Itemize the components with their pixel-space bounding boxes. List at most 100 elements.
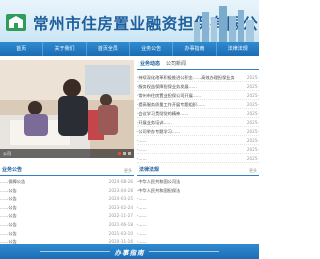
news-title[interactable]: ·提高服务质量工作开展专题组织……: [137, 100, 205, 108]
news-list: ·持续深化改革积极推进公积金……高效办理担保业务 2025- ·服务权益保障担保业…: [137, 70, 259, 163]
nav-law[interactable]: 法律法规: [217, 42, 259, 56]
city-skyline-image: [194, 6, 254, 42]
notice-item[interactable]: ……公告 2023-02-24: [0, 204, 134, 213]
law-list: ·中华人民共和国公司法 ·中华人民共和国担保法 ·…… ·…… ·…… ·…… …: [137, 176, 259, 247]
news-date: 2025-: [246, 156, 259, 161]
notice-more-link[interactable]: 更多: [124, 166, 134, 175]
notice-item-title[interactable]: ……公告: [0, 221, 17, 230]
law-item-title[interactable]: ·……: [137, 221, 147, 230]
notice-item-title[interactable]: ……保障公告: [0, 178, 25, 187]
nav-notice[interactable]: 业务公告: [130, 42, 174, 56]
news-item[interactable]: ·…… 2025-: [137, 136, 259, 145]
news-item[interactable]: ·持续深化改革积极推进公积金……高效办理担保业务 2025-: [137, 73, 259, 82]
notice-title: 业务公告: [2, 167, 23, 173]
notice-item[interactable]: ……公告 2022-11-27: [0, 212, 134, 221]
news-item[interactable]: ·常州市住房置业担保公司开展…… 2025-: [137, 91, 259, 100]
notice-section: 业务公告 更多 ……保障公告 2024-08-26 ……公告 2023-04-28 …: [0, 166, 134, 244]
law-item-title[interactable]: ·……: [137, 212, 147, 221]
law-item[interactable]: ·……: [137, 221, 259, 230]
nav-guide[interactable]: 办事指南: [173, 42, 217, 56]
notice-item-title[interactable]: ……公告: [0, 195, 17, 204]
news-title[interactable]: ·会议学习贯彻党的精神……: [137, 109, 189, 117]
notice-item-date: 2024-03-25: [108, 196, 133, 202]
notice-item[interactable]: ……公告 2023-04-28: [0, 187, 134, 196]
notice-item-date: 2024-08-26: [108, 179, 133, 184]
news-panel: 业务动态 公司新闻 ·持续深化改革积极推进公积金……高效办理担保业务 2025- …: [137, 60, 259, 163]
company-logo-icon: [6, 14, 26, 31]
nav-staff[interactable]: 首页全员: [87, 42, 130, 56]
news-item[interactable]: ·服务权益保障担保业务发展…… 2025-: [137, 82, 259, 91]
news-item[interactable]: ·…… 2025-: [137, 154, 259, 163]
news-date: 2025-: [246, 93, 259, 98]
notice-item-title[interactable]: ……公告: [0, 204, 17, 213]
notice-item[interactable]: ……公告 2021-06-18: [0, 221, 134, 230]
notice-item-date: 2021-03-10: [108, 230, 133, 236]
nav-home[interactable]: 首页: [0, 42, 44, 56]
news-date: 2025-: [246, 111, 259, 116]
notice-item-title[interactable]: ……公告: [0, 187, 17, 196]
news-date: 2025-: [246, 84, 259, 89]
law-item[interactable]: ·中华人民共和国公司法: [137, 178, 259, 187]
news-title[interactable]: ·……: [137, 136, 147, 144]
law-item-title[interactable]: ·……: [137, 230, 147, 239]
notice-item[interactable]: ……公告 2021-03-10: [0, 230, 134, 239]
news-title[interactable]: ·……: [137, 145, 147, 153]
law-more-link[interactable]: 更多: [249, 166, 259, 175]
news-title[interactable]: ·服务权益保障担保业务发展……: [137, 82, 197, 90]
news-date: 2025-: [246, 147, 259, 152]
news-date: 2025-: [246, 120, 259, 125]
law-item[interactable]: ·中华人民共和国担保法: [137, 187, 259, 196]
notice-item[interactable]: ……保障公告 2024-08-26: [0, 178, 134, 187]
notice-item[interactable]: ……公告 2024-03-25: [0, 195, 134, 204]
news-title[interactable]: ·公司举办专题学习……: [137, 127, 180, 135]
law-section: 法律法规 更多 ·中华人民共和国公司法 ·中华人民共和国担保法 ·…… ·…… …: [137, 166, 259, 244]
law-item-title[interactable]: ·……: [137, 195, 147, 204]
notice-item-date: 2023-02-24: [108, 204, 133, 210]
law-item[interactable]: ·……: [137, 204, 259, 213]
law-item-title[interactable]: ·……: [137, 204, 147, 213]
news-date: 2025-: [246, 138, 259, 143]
notice-item-date: 2023-04-28: [108, 187, 133, 193]
guide-title[interactable]: 办事指南: [0, 247, 259, 257]
notice-item-title[interactable]: ……公告: [0, 230, 17, 239]
carousel-dot[interactable]: [123, 152, 126, 155]
photo-caption: 公司: [3, 151, 11, 156]
nav-about[interactable]: 关于我们: [43, 42, 87, 56]
news-photo-carousel[interactable]: 公司: [0, 60, 134, 158]
news-item[interactable]: ·提高服务质量工作开展专题组织…… 2025-: [137, 100, 259, 109]
carousel-dot[interactable]: [118, 152, 121, 155]
news-date: 2025-: [246, 75, 259, 80]
news-date: 2025-: [246, 129, 259, 134]
law-title: 法律法规: [139, 167, 160, 173]
carousel-dot[interactable]: [128, 152, 131, 155]
law-item[interactable]: ·……: [137, 195, 259, 204]
law-item[interactable]: ·……: [137, 212, 259, 221]
caption-bar: [0, 149, 134, 158]
carousel-dots: [118, 152, 131, 155]
news-title[interactable]: ·常州市住房置业担保公司开展……: [137, 91, 201, 99]
news-title[interactable]: ·……: [137, 154, 147, 162]
law-item-title[interactable]: ·中华人民共和国公司法: [137, 178, 180, 187]
guide-banner[interactable]: 办事指南: [0, 244, 259, 259]
main-nav: 首页 关于我们 首页全员 业务公告 办事指南 法律法规: [0, 42, 259, 56]
notice-item-date: 2021-06-18: [108, 221, 133, 227]
law-item-title[interactable]: ·中华人民共和国担保法: [137, 187, 180, 196]
news-tabs: 业务动态 公司新闻: [137, 60, 259, 70]
tab-company-news[interactable]: 公司新闻: [163, 60, 189, 69]
notice-list: ……保障公告 2024-08-26 ……公告 2023-04-28 ……公告 2024…: [0, 176, 134, 247]
law-header: 法律法规 更多: [137, 166, 259, 176]
notice-item-date: 2022-11-27: [108, 213, 133, 219]
tab-business-news[interactable]: 业务动态: [137, 60, 163, 69]
news-item[interactable]: ·会议学习贯彻党的精神…… 2025-: [137, 109, 259, 118]
news-title[interactable]: ·开展业务培训……: [137, 118, 172, 126]
news-item[interactable]: ·开展业务培训…… 2025-: [137, 118, 259, 127]
news-photo: [0, 60, 134, 158]
notice-header: 业务公告 更多: [0, 166, 134, 176]
header-banner: 常州市住房置业融资担保有限公司: [0, 0, 259, 42]
news-item[interactable]: ·公司举办专题学习…… 2025-: [137, 127, 259, 136]
notice-item-title[interactable]: ……公告: [0, 212, 17, 221]
news-item[interactable]: ·…… 2025-: [137, 145, 259, 154]
news-title[interactable]: ·持续深化改革积极推进公积金……高效办理担保业务: [137, 73, 235, 81]
law-item[interactable]: ·……: [137, 230, 259, 239]
news-date: 2025-: [246, 102, 259, 107]
